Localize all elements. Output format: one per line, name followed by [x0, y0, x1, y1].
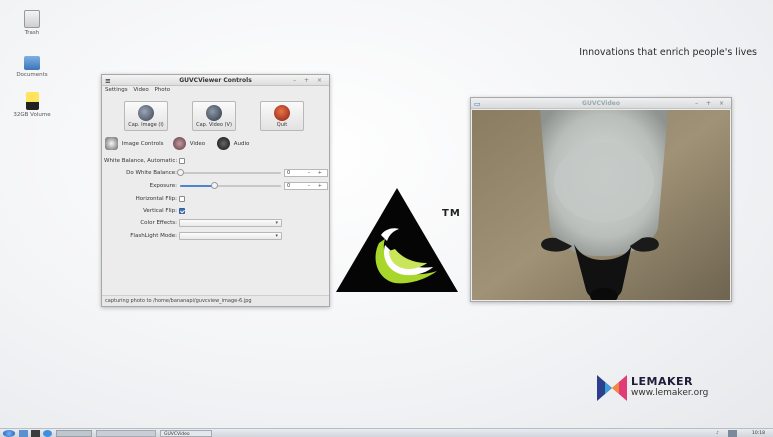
quit-button[interactable]: Quit [260, 101, 304, 131]
window-titlebar[interactable]: ▭ GUVCVideo – + × [471, 98, 731, 109]
taskbar-task-label: GUVCVideo [164, 432, 190, 437]
cap-image-label: Cap. Image (I) [128, 122, 164, 128]
flashlight-label: FlashLight Mode: [130, 233, 177, 239]
app-menu-icon[interactable]: ▭ [474, 99, 481, 110]
cap-video-label: Cap. Video (V) [196, 122, 232, 128]
hflip-row: Horizontal Flip: [102, 194, 330, 204]
window-titlebar[interactable]: ≡ GUVCViewer Controls – + × [102, 75, 329, 86]
quit-label: Quit [276, 122, 288, 128]
wb-label: Do White Balance: [126, 170, 177, 176]
wb-auto-row: White Balance, Automatic: [102, 156, 330, 166]
drive-icon [25, 92, 39, 110]
network-icon[interactable] [728, 430, 737, 437]
tab-label: Audio [233, 141, 250, 147]
desktop-icon-trash[interactable]: Trash [8, 10, 56, 36]
wallpaper-tagline: Innovations that enrich people's lives [579, 47, 757, 58]
microphone-icon [217, 137, 230, 150]
tab-label: Video [189, 141, 206, 147]
cap-video-button[interactable]: Cap. Video (V) [192, 101, 236, 131]
chevron-down-icon: ▾ [275, 220, 278, 226]
wb-slider[interactable] [177, 169, 281, 176]
flashlight-row: FlashLight Mode: ▾ [102, 231, 330, 241]
wb-row: Do White Balance: 0 – + [102, 168, 330, 178]
taskbar-task-guvcvideo[interactable]: GUVCVideo [160, 430, 212, 437]
browser-icon[interactable] [43, 430, 52, 437]
wb-auto-checkbox[interactable] [179, 158, 185, 164]
menubar: Settings Video Photo [102, 86, 329, 95]
hflip-label: Horizontal Flip: [135, 196, 177, 202]
vflip-row: Vertical Flip: [102, 206, 330, 216]
desktop-icon-documents[interactable]: Documents [8, 56, 56, 78]
wb-spinbox[interactable]: 0 – + [284, 169, 328, 177]
cap-image-button[interactable]: Cap. Image (I) [124, 101, 168, 131]
desktop-switcher[interactable] [56, 430, 92, 437]
flashlight-combo[interactable]: ▾ [179, 232, 282, 240]
vflip-label: Vertical Flip: [143, 208, 177, 214]
menu-video[interactable]: Video [133, 87, 148, 93]
desktop-icon-volume[interactable]: 32GB Volume [8, 92, 56, 118]
exposure-slider[interactable] [180, 182, 281, 189]
menu-settings[interactable]: Settings [105, 87, 128, 93]
desktop-icon-label: Documents [16, 72, 48, 78]
quit-icon [274, 105, 290, 121]
window-title: GUVCViewer Controls [179, 77, 252, 84]
exposure-slider-knob[interactable] [211, 182, 219, 189]
start-menu-icon[interactable] [3, 430, 15, 437]
guvcviewer-controls-window: ≡ GUVCViewer Controls – + × Settings Vid… [101, 74, 330, 307]
capture-toolbar: Cap. Image (I) Cap. Video (V) Quit [102, 101, 329, 131]
window-title: GUVCVideo [582, 100, 620, 107]
exposure-row: Exposure: 0 – + [102, 181, 330, 191]
terminal-icon[interactable] [31, 430, 40, 437]
banana-pi-logo [336, 188, 458, 292]
folder-icon [24, 56, 40, 70]
exposure-value: 0 [287, 183, 291, 189]
exposure-spinbox[interactable]: 0 – + [284, 182, 328, 190]
menu-photo[interactable]: Photo [154, 87, 170, 93]
video-camera-icon [206, 105, 222, 121]
trademark-mark: TM [442, 208, 461, 219]
desktop-icon-label: Trash [24, 30, 40, 36]
color-effects-row: Color Effects: ▾ [102, 218, 330, 228]
image-controls-icon [105, 137, 118, 150]
tab-audio[interactable]: Audio [217, 136, 249, 152]
video-tab-icon [173, 137, 186, 150]
tab-image-controls[interactable]: Image Controls [105, 136, 163, 152]
guvcvideo-window: ▭ GUVCVideo – + × [470, 97, 732, 302]
window-buttons[interactable]: – + × [695, 98, 727, 109]
file-manager-icon[interactable] [19, 430, 28, 437]
lemaker-url: www.lemaker.org [631, 388, 709, 398]
lemaker-brand: LEMAKER www.lemaker.org [597, 375, 708, 405]
clock[interactable]: 10:18 [752, 430, 772, 437]
exposure-slider-fill [180, 185, 215, 187]
app-menu-icon[interactable]: ≡ [105, 76, 111, 87]
wb-spin-buttons[interactable]: – + [308, 170, 325, 176]
lemaker-name: LEMAKER [631, 375, 693, 388]
window-buttons[interactable]: – + × [293, 75, 325, 86]
vflip-checkbox[interactable] [179, 208, 185, 214]
lemaker-logo-icon [597, 375, 627, 401]
exposure-label: Exposure: [149, 183, 177, 189]
exposure-spin-buttons[interactable]: – + [308, 183, 325, 189]
wb-slider-knob[interactable] [177, 169, 184, 176]
taskbar-task-blank[interactable] [96, 430, 156, 437]
desktop-icon-label: 32GB Volume [13, 112, 51, 118]
tab-video[interactable]: Video [173, 136, 205, 152]
status-bar: capturing photo to /home/bananapi/guvcvi… [102, 295, 329, 306]
wb-auto-label: White Balance, Automatic: [104, 158, 178, 164]
taskbar: GUVCVideo ♪ 10:18 [0, 428, 773, 437]
color-effects-label: Color Effects: [140, 220, 177, 226]
trash-icon [24, 10, 40, 28]
wb-value: 0 [287, 170, 291, 176]
color-effects-combo[interactable]: ▾ [179, 219, 282, 227]
chevron-down-icon: ▾ [275, 233, 278, 239]
camera-icon [138, 105, 154, 121]
tab-label: Image Controls [121, 141, 164, 147]
volume-icon[interactable]: ♪ [716, 430, 725, 437]
camera-preview [472, 110, 730, 300]
hflip-checkbox[interactable] [179, 196, 185, 202]
